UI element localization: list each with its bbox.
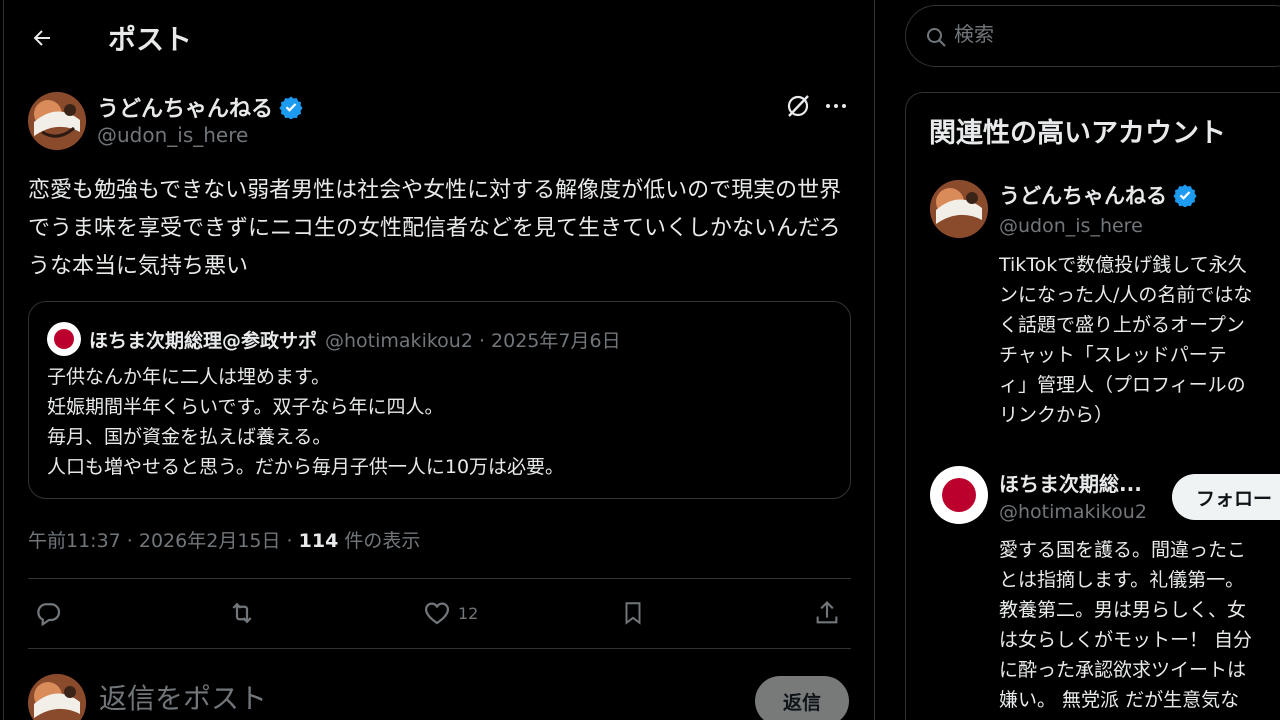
- search-icon: [927, 28, 946, 47]
- divider: [28, 648, 851, 649]
- quoted-author-avatar: [47, 322, 81, 356]
- account-name[interactable]: ほちま次期総...: [999, 468, 1142, 497]
- account-handle[interactable]: @udon_is_here: [999, 215, 1143, 237]
- quoted-post-text: 子供なんか年に二人は埋めます。 妊娠期間半年くらいです。双子なら年に四人。 毎月…: [47, 362, 564, 482]
- account-handle[interactable]: @hotimakikou2: [999, 501, 1147, 523]
- account-bio: TikTokで数億投げ銭して永久 ンになった人/人の名前ではな く話題で盛り上が…: [999, 254, 1253, 426]
- action-bar: 12: [28, 588, 851, 638]
- back-button[interactable]: [24, 20, 60, 56]
- quoted-author-name: ほちま次期総理@参政サポ: [89, 329, 318, 352]
- related-accounts-panel: 関連性の高いアカウント うどんちゃんねる @udon_is_here TikTo…: [905, 92, 1280, 720]
- post-timestamp[interactable]: 午前11:37 · 2026年2月15日 ·: [28, 530, 299, 552]
- page-title: ポスト: [108, 23, 193, 56]
- quoted-post-meta: @hotimakikou2 · 2025年7月6日: [325, 329, 621, 352]
- repost-button[interactable]: [226, 598, 258, 628]
- quoted-line: 毎月、国が資金を払えば養える。: [47, 426, 332, 448]
- quoted-line: 妊娠期間半年くらいです。双子なら年に四人。: [47, 396, 444, 418]
- verified-badge-icon: [279, 96, 303, 119]
- like-button[interactable]: 12: [422, 598, 478, 628]
- like-count: 12: [458, 603, 479, 623]
- account-avatar[interactable]: [930, 180, 988, 238]
- more-icon: [826, 104, 846, 108]
- like-icon: [424, 602, 450, 625]
- author-handle[interactable]: @udon_is_here: [97, 123, 248, 147]
- author-avatar[interactable]: [28, 92, 86, 150]
- reply-button[interactable]: [34, 598, 64, 628]
- views-label: 件の表示: [338, 530, 421, 552]
- quoted-line: 人口も増やせると思う。だから毎月子供一人に10万は必要。: [47, 456, 565, 478]
- quoted-post[interactable]: ほちま次期総理@参政サポ @hotimakikou2 · 2025年7月6日 子…: [28, 301, 851, 499]
- grok-icon: [787, 95, 809, 117]
- account-name-row[interactable]: うどんちゃんねる: [999, 180, 1197, 210]
- back-arrow-icon: [33, 30, 50, 46]
- quoted-line: 子供なんか年に二人は埋めます。: [47, 366, 331, 388]
- search-box[interactable]: [905, 5, 1280, 67]
- post-text: 恋愛も勉強もできない弱者男性は社会や女性に対する解像度が低いので現実の世界でうま…: [28, 178, 842, 279]
- author-name-row[interactable]: うどんちゃんねる: [97, 91, 303, 123]
- left-border: [3, 0, 4, 720]
- divider: [28, 578, 851, 579]
- follow-button[interactable]: フォロー: [1172, 474, 1280, 520]
- account-avatar[interactable]: [930, 466, 988, 524]
- bookmark-icon: [625, 602, 641, 625]
- post-header: ポスト: [0, 0, 874, 72]
- post-timestamp-row: 午前11:37 · 2026年2月15日 · 114 件の表示: [28, 526, 420, 553]
- main-column: ポスト うどんちゃんねる @udon_is_here 恋愛も勉強もできない弱者男…: [0, 0, 875, 720]
- author-name[interactable]: うどんちゃんねる: [97, 91, 273, 123]
- reply-submit-button[interactable]: 返信: [755, 676, 849, 720]
- share-button[interactable]: [813, 598, 841, 628]
- flag-dot: [942, 478, 976, 512]
- current-user-avatar[interactable]: [28, 674, 86, 720]
- views-count: 114: [298, 530, 339, 552]
- related-accounts-title: 関連性の高いアカウント: [929, 118, 1226, 149]
- reply-input[interactable]: [99, 682, 719, 715]
- quoted-post-header: ほちま次期総理@参政サポ @hotimakikou2 · 2025年7月6日: [47, 322, 621, 356]
- bookmark-button[interactable]: [620, 598, 646, 628]
- more-button[interactable]: [822, 92, 850, 120]
- verified-badge-icon: [1173, 184, 1197, 207]
- repost-icon: [232, 602, 252, 624]
- account-name[interactable]: うどんちゃんねる: [999, 180, 1167, 210]
- flag-dot: [54, 329, 74, 349]
- share-icon: [816, 601, 838, 624]
- reply-icon: [37, 603, 61, 627]
- account-bio: 愛する国を護る。間違ったこ とは指摘します。礼儀第一。 教養第二。男は男らしく、…: [999, 539, 1253, 711]
- grok-button[interactable]: [784, 92, 812, 120]
- search-input[interactable]: [954, 22, 1274, 46]
